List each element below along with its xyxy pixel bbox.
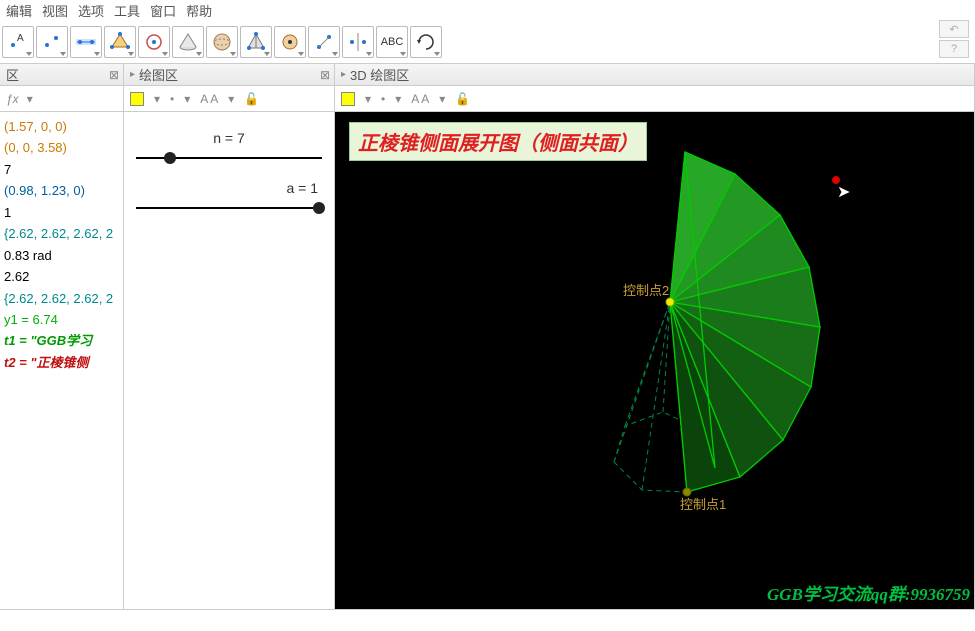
algebra-title-text: 区 (6, 65, 19, 84)
algebra-item[interactable]: y1 = 6.74 (4, 309, 119, 330)
control-point-2-label: 控制点2 (623, 280, 669, 299)
close-icon[interactable]: ⊠ (109, 68, 119, 82)
tool-line[interactable] (70, 26, 102, 58)
color-swatch[interactable] (341, 92, 355, 106)
tool-point[interactable] (36, 26, 68, 58)
dropdown-icon[interactable]: ▾ (439, 92, 445, 106)
tool-polygon[interactable] (104, 26, 136, 58)
dropdown-icon[interactable]: ▾ (154, 92, 160, 106)
algebra-item[interactable]: {2.62, 2.62, 2.62, 2 (4, 288, 119, 309)
tool-circle[interactable] (138, 26, 170, 58)
svg-text:A: A (17, 33, 24, 44)
dropdown-icon[interactable]: ▾ (228, 92, 234, 106)
close-icon[interactable]: ⊠ (320, 68, 330, 82)
tool-sphere[interactable] (206, 26, 238, 58)
slider-n[interactable] (136, 150, 322, 166)
menu-view[interactable]: 视图 (38, 1, 72, 19)
algebra-item[interactable]: 0.83 rad (4, 245, 119, 266)
algebra-toolbar: ƒx ▾ (0, 86, 123, 112)
slider-a[interactable] (136, 200, 322, 216)
graphics3d-title-text: 3D 绘图区 (350, 65, 409, 84)
dropdown-icon[interactable]: ▾ (365, 92, 371, 106)
menu-window[interactable]: 窗口 (146, 1, 180, 19)
menu-tools[interactable]: 工具 (110, 1, 144, 19)
tool-text[interactable]: ABC (376, 26, 408, 58)
slider-n-label: n = 7 (136, 130, 322, 146)
algebra-item[interactable]: (0, 0, 3.58) (4, 137, 119, 158)
point-style-icon[interactable]: • (170, 92, 174, 106)
graphics3d-toolbar: ▾ • ▾ A A ▾ 🔓 (335, 86, 974, 112)
dropdown-icon[interactable]: ▾ (184, 92, 190, 106)
point-style-icon[interactable]: • (381, 92, 385, 106)
tool-rotate-view[interactable] (410, 26, 442, 58)
tool-cone[interactable] (172, 26, 204, 58)
help-button[interactable]: ? (939, 40, 969, 58)
algebra-item[interactable]: {2.62, 2.62, 2.62, 2 (4, 223, 119, 244)
algebra-panel-title[interactable]: 区 ⊠ (0, 64, 123, 86)
algebra-list: (1.57, 0, 0)(0, 0, 3.58)7(0.98, 1.23, 0)… (0, 112, 123, 377)
color-swatch[interactable] (130, 92, 144, 106)
graphics3d-canvas[interactable]: 正棱锥侧面展开图（侧面共面） (335, 112, 974, 609)
menu-help[interactable]: 帮助 (182, 1, 216, 19)
dropdown-icon[interactable]: ▾ (27, 92, 33, 106)
graphics-canvas[interactable]: n = 7 a = 1 (124, 112, 334, 609)
text-style[interactable]: A A (411, 92, 429, 106)
algebra-item[interactable]: 1 (4, 202, 119, 223)
dropdown-icon[interactable]: ▾ (395, 92, 401, 106)
workspace: 区 ⊠ ƒx ▾ (1.57, 0, 0)(0, 0, 3.58)7(0.98,… (0, 64, 975, 609)
algebra-item[interactable]: t2 = "正棱锥侧 (4, 352, 119, 373)
chevron-icon: ▸ (130, 69, 135, 80)
tool-reflect[interactable] (342, 26, 374, 58)
menu-edit[interactable]: 编辑 (2, 1, 36, 19)
status-bar (0, 609, 975, 631)
toolbar: A ABC ↶ ? (0, 20, 975, 64)
pyramid-unfold-shape (335, 112, 974, 592)
algebra-item[interactable]: 7 (4, 159, 119, 180)
graphics-title-text: 绘图区 (139, 65, 178, 84)
tool-point-a[interactable]: A (2, 26, 34, 58)
scene-footer: GGB学习交流qq群:9936759 (767, 580, 970, 605)
algebra-item[interactable]: (0.98, 1.23, 0) (4, 180, 119, 201)
chevron-icon: ▸ (341, 69, 346, 80)
slider-a-label: a = 1 (136, 180, 322, 196)
algebra-item[interactable]: (1.57, 0, 0) (4, 116, 119, 137)
lock-icon[interactable]: 🔓 (455, 92, 470, 106)
undo-button[interactable]: ↶ (939, 20, 969, 38)
graphics-panel: ▸ 绘图区 ⊠ ▾ • ▾ A A ▾ 🔓 n = 7 a = 1 (124, 64, 335, 609)
tool-intersect[interactable] (274, 26, 306, 58)
fx-label[interactable]: ƒx (6, 92, 19, 106)
control-point-1-label: 控制点1 (680, 494, 726, 513)
graphics-toolbar: ▾ • ▾ A A ▾ 🔓 (124, 86, 334, 112)
algebra-item[interactable]: 2.62 (4, 266, 119, 287)
menu-bar: 编辑 视图 选项 工具 窗口 帮助 (0, 0, 975, 20)
tool-measure[interactable] (308, 26, 340, 58)
text-style[interactable]: A A (200, 92, 218, 106)
cursor-icon: ➤ (837, 182, 850, 202)
graphics3d-panel-title[interactable]: ▸ 3D 绘图区 (335, 64, 974, 86)
menu-options[interactable]: 选项 (74, 1, 108, 19)
graphics-panel-title[interactable]: ▸ 绘图区 ⊠ (124, 64, 334, 86)
graphics3d-panel: ▸ 3D 绘图区 ▾ • ▾ A A ▾ 🔓 正棱锥侧面展开图（侧面共面） (335, 64, 975, 609)
algebra-item[interactable]: t1 = "GGB学习 (4, 330, 119, 351)
lock-icon[interactable]: 🔓 (244, 92, 259, 106)
algebra-panel: 区 ⊠ ƒx ▾ (1.57, 0, 0)(0, 0, 3.58)7(0.98,… (0, 64, 124, 609)
tool-pyramid[interactable] (240, 26, 272, 58)
